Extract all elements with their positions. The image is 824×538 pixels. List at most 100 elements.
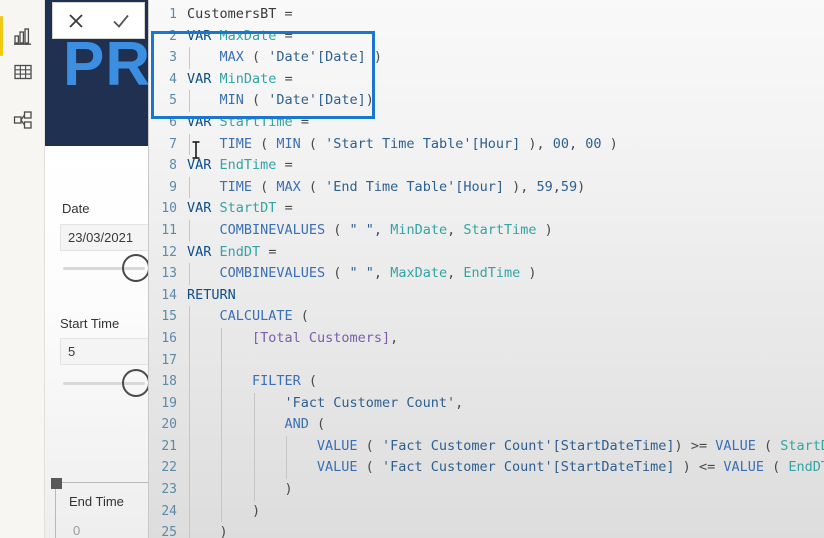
indent-guide [221, 414, 223, 436]
indent-guide [189, 522, 190, 538]
code-token: , [373, 265, 391, 282]
indent-guide [189, 457, 190, 480]
code-token: EndTime [463, 265, 521, 282]
line-number: 7 [169, 136, 177, 152]
indent-guide [253, 435, 255, 458]
indent-guide [221, 371, 223, 393]
line-number: 8 [169, 158, 177, 174]
code-token: ( [300, 373, 317, 390]
date-slicer-input[interactable]: 23/03/2021 [60, 224, 156, 251]
code-token: = [284, 157, 293, 174]
code-token: ) [577, 178, 586, 195]
indent-guide [189, 371, 190, 393]
code-token: " " [349, 265, 374, 282]
code-line[interactable]: 12 VAR EndDT = [149, 242, 824, 264]
indent-guide [253, 392, 255, 415]
indent-guide [286, 435, 288, 458]
start-time-slicer-knob[interactable] [122, 369, 150, 397]
code-text: VAR EndTime = [187, 155, 293, 177]
indent-guide [189, 263, 190, 285]
code-token: " " [349, 221, 374, 238]
code-token: EndDT [788, 459, 824, 476]
code-text: 'Fact Customer Count', [284, 393, 463, 415]
date-slicer-knob[interactable] [122, 254, 150, 282]
code-line[interactable]: 15 CALCULATE ( [149, 306, 824, 328]
indent-guide [286, 457, 288, 480]
code-token: ( [357, 459, 382, 476]
code-line[interactable]: 11 COMBINEVALUES ( " ", MinDate, StartTim… [149, 219, 824, 242]
code-text: CustomersBT = [187, 4, 293, 26]
indent-guide [189, 306, 190, 328]
code-token: 59 [560, 178, 578, 195]
banner-title: PR [63, 30, 150, 99]
date-slicer-label: Date [62, 201, 90, 216]
code-token: COMBINEVALUES [219, 221, 326, 238]
code-line[interactable]: 14 RETURN [149, 285, 824, 307]
code-token: <= [698, 459, 716, 476]
code-token: MinDate [390, 221, 448, 238]
indent-guide [189, 176, 190, 199]
code-line[interactable]: 21 VALUE ( 'Fact Customer Count'[StartDat… [149, 435, 824, 458]
code-token: ( [357, 437, 382, 454]
cancel-button[interactable] [56, 4, 96, 37]
indent-guide [189, 219, 190, 242]
line-number: 19 [161, 395, 177, 411]
code-token: ) [601, 135, 618, 152]
code-line[interactable]: 25) [149, 522, 824, 538]
line-number: 12 [161, 244, 177, 260]
line-number: 23 [161, 482, 177, 498]
code-token: MaxDate [390, 265, 448, 282]
code-token: VAR [187, 200, 212, 217]
end-time-slicer-visual[interactable]: End Time 0 [51, 478, 151, 538]
line-number: 13 [161, 266, 177, 282]
code-token: ) [284, 481, 293, 498]
code-token: ), [520, 135, 553, 152]
code-token: ( [325, 221, 350, 238]
code-line[interactable]: 24) [149, 500, 824, 523]
code-text: VALUE ( 'Fact Customer Count'[StartDateT… [317, 436, 824, 458]
indent-guide [221, 435, 223, 458]
code-token: ( [251, 135, 277, 152]
code-line[interactable]: 10 VAR StartDT = [149, 198, 824, 220]
code-line[interactable]: 19 'Fact Customer Count', [149, 392, 824, 415]
close-icon [69, 13, 83, 28]
code-line[interactable]: 8 VAR EndTime = [149, 155, 824, 177]
commit-button[interactable] [101, 4, 141, 37]
code-token: 00 [585, 135, 602, 152]
code-line[interactable]: 17 [149, 349, 824, 372]
code-token: ) [520, 265, 537, 282]
code-token: ( [763, 459, 789, 476]
code-line[interactable]: 7 TIME ( MIN ( 'Start Time Table'[Hour] )… [149, 133, 824, 156]
code-line[interactable]: 13 COMBINEVALUES ( " ", MaxDate, EndTime … [149, 263, 824, 285]
code-line[interactable]: 18 FILTER ( [149, 371, 824, 393]
code-line[interactable]: 23) [149, 479, 824, 501]
code-token: 'Fact Customer Count'[StartDateTime] [381, 437, 675, 454]
code-token: ( [300, 178, 326, 195]
code-token: MAX [276, 178, 301, 195]
code-line[interactable]: 20 AND ( [149, 414, 824, 436]
start-time-slicer-input[interactable]: 5 [60, 338, 156, 365]
resize-handle[interactable] [51, 478, 62, 489]
code-text: ) [284, 479, 292, 501]
code-token: CALCULATE [219, 308, 293, 325]
code-token: VALUE [316, 459, 358, 476]
line-number: 18 [161, 374, 177, 390]
code-line[interactable]: 16 [Total Customers], [149, 327, 824, 350]
code-token: EndDT [219, 243, 261, 260]
end-time-slicer-input[interactable]: 0 [66, 517, 151, 538]
code-line[interactable]: 1 CustomersBT = [149, 4, 824, 26]
code-token: VALUE [723, 459, 764, 476]
code-token: ) [251, 502, 261, 519]
code-line[interactable]: 9 TIME ( MAX ( 'End Time Table'[Hour] ), … [149, 176, 824, 199]
sidebar-item-data-view[interactable] [0, 48, 45, 96]
code-token: = [284, 6, 293, 22]
dax-formula-editor[interactable]: 1 CustomersBT = 2 VAR MaxDate = 3 MAX ( 'Date… [148, 0, 824, 538]
code-token: ) [536, 221, 553, 238]
code-token: ( [755, 437, 781, 454]
sidebar-item-model-view[interactable] [0, 96, 45, 144]
code-line[interactable]: 22 VALUE ( 'Fact Customer Count'[StartDat… [149, 457, 824, 480]
